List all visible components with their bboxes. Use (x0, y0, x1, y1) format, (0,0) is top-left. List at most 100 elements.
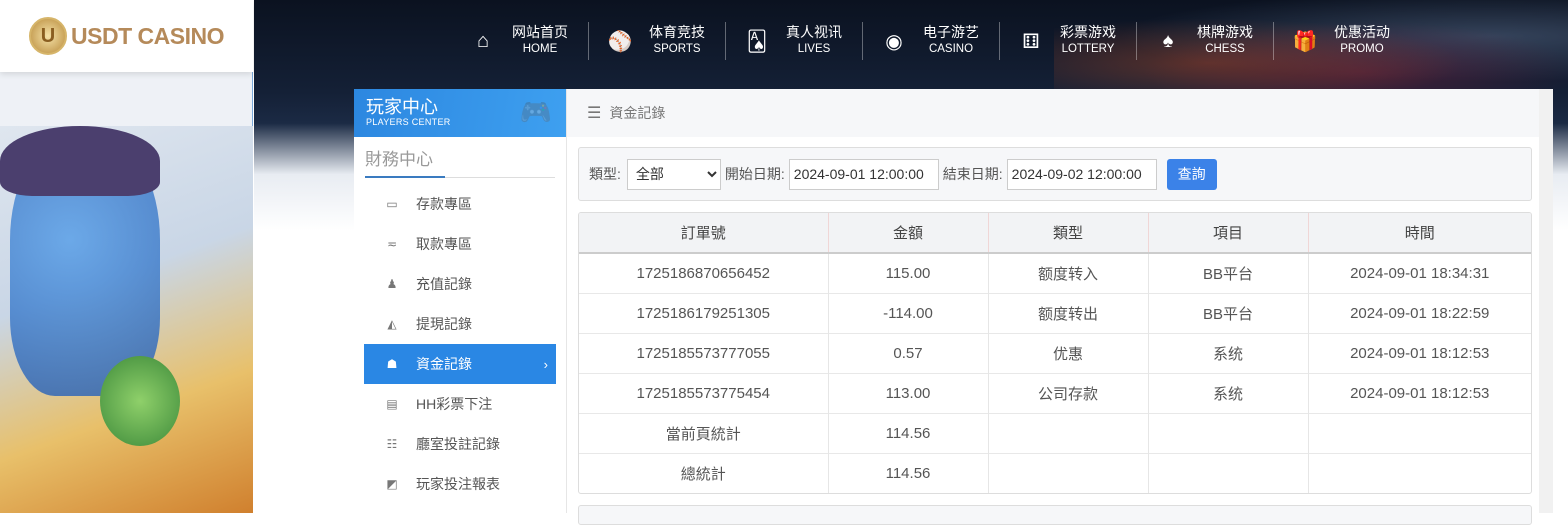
money-bag-icon: ♟ (386, 277, 398, 291)
section-title: 財務中心 (365, 145, 555, 178)
nav-item-promo[interactable]: 🎁 优惠活动 PROMO (1292, 22, 1410, 60)
table-cell: 114.56 (827, 412, 988, 453)
start-date-label: 開始日期: (724, 166, 785, 182)
sidebar-header: 玩家中心 PLAYERS CENTER 🎮 (354, 89, 566, 137)
nav-item-chess[interactable]: ♠ 棋牌游戏 CHESS (1155, 22, 1274, 60)
sidebar-item-label: 廳室投註記錄 (416, 436, 500, 452)
column-header[interactable]: 時間 (1307, 213, 1531, 254)
funds-table: 訂單號 金額 類型 項目 時間 1725186870656452 115.00 额度转入 BB… (578, 212, 1532, 494)
breadcrumb-current: 資金記錄 (609, 105, 666, 121)
dice-icon: ⚅ (1022, 30, 1040, 53)
nav-item-lottery[interactable]: ⚅ 彩票游戏 LOTTERY (1018, 22, 1137, 60)
table-row: 當前頁統計 114.56 (579, 412, 1531, 453)
table-cell: 2024-09-01 18:12:53 (1307, 332, 1531, 373)
filter-bar: 類型: 全部 開始日期: 結束日期: 查詢 (578, 147, 1532, 201)
table-cell: 系统 (1147, 332, 1308, 373)
column-header[interactable]: 類型 (987, 213, 1148, 254)
gift-icon: 🎁 (1292, 30, 1318, 53)
list-icon: ▤ (386, 397, 398, 411)
sidebar: 玩家中心 PLAYERS CENTER 🎮 財務中心 ▭ 存款專區 ≂ 取款專區… (354, 89, 567, 513)
sidebar-item-label: 資金記錄 (416, 356, 472, 372)
table-cell: 公司存款 (987, 372, 1148, 413)
table-row: 總統計 114.56 (579, 452, 1531, 493)
table-cell: 當前頁統計 (579, 412, 828, 453)
sidebar-item-label: 充值記錄 (416, 276, 472, 292)
table-cell: 115.00 (827, 252, 988, 293)
table-cell: 0.57 (827, 332, 988, 373)
table-cell: 114.56 (827, 452, 988, 493)
query-button[interactable]: 查詢 (1166, 158, 1217, 190)
nav-label-en: PROMO (1340, 43, 1384, 55)
end-date-input[interactable] (1006, 158, 1157, 190)
table-cell: 1725186179251305 (579, 292, 828, 333)
sidebar-item-label: 玩家投注報表 (416, 476, 500, 492)
pagination-box (578, 505, 1532, 525)
end-date-label: 結束日期: (942, 166, 1003, 182)
column-header[interactable]: 訂單號 (579, 213, 828, 254)
wallet-icon: ◭ (387, 317, 397, 331)
list-bullets-icon: ☷ (386, 437, 398, 451)
sidebar-item[interactable]: ≂ 取款專區 (364, 224, 556, 264)
nav-label-en: LOTTERY (1061, 43, 1115, 55)
nav-label-cn: 电子游艺 (923, 24, 979, 40)
nav-label-en: CHESS (1205, 43, 1245, 55)
menu-icon[interactable]: ☰ (587, 103, 601, 123)
table-cell (1307, 412, 1531, 453)
left-banner: U USDT CASINO (0, 0, 253, 513)
table-cell: 1725185573777055 (579, 332, 828, 373)
chart-icon: ◩ (386, 477, 398, 491)
nav-label-cn: 网站首页 (512, 24, 568, 40)
table-cell: 總統計 (579, 452, 828, 493)
table-cell: 2024-09-01 18:22:59 (1307, 292, 1531, 333)
nav-item-casino[interactable]: ◉ 电子游艺 CASINO (881, 22, 1000, 60)
sidebar-item[interactable]: ◩ 玩家投注報表 (364, 464, 556, 504)
sidebar-item-label: 取款專區 (416, 236, 472, 252)
sidebar-item[interactable]: ☷ 廳室投註記錄 (364, 424, 556, 464)
nav-label-en: CASINO (928, 43, 974, 55)
sidebar-menu: ▭ 存款專區 ≂ 取款專區 ♟ 充值記錄 ◭ 提現記錄 ☗ 資金記錄 › ▤ H… (354, 184, 566, 504)
sidebar-item[interactable]: ◭ 提現記錄 (364, 304, 556, 344)
table-cell (1147, 412, 1308, 453)
nav-label-en: HOME (522, 43, 558, 55)
players-center-panel: 玩家中心 PLAYERS CENTER 🎮 財務中心 ▭ 存款專區 ≂ 取款專區… (354, 89, 1553, 525)
scrollbar[interactable] (1539, 89, 1553, 513)
table-cell: 113.00 (827, 372, 988, 413)
start-date-input[interactable] (788, 158, 939, 190)
nav-label-en: SPORTS (653, 43, 701, 55)
sidebar-item[interactable]: ☗ 資金記錄 › (364, 344, 556, 384)
main-nav: ⌂ 网站首页 HOME ⚾ 体育竞技 SPORTS 🂡 真人视讯 LIVES ◉… (470, 22, 1428, 60)
nav-item-lives[interactable]: 🂡 真人视讯 LIVES (744, 22, 863, 60)
home-icon: ⌂ (476, 29, 490, 52)
sidebar-item-label: 提現記錄 (416, 316, 472, 332)
nav-item-sports[interactable]: ⚾ 体育竞技 SPORTS (607, 22, 726, 60)
table-cell (1147, 452, 1308, 493)
type-select[interactable]: 全部 (626, 158, 721, 190)
logo-text: USDT CASINO (71, 22, 224, 49)
table-row: 1725185573775454 113.00 公司存款 系统 2024-09-01 1… (579, 372, 1531, 413)
nav-label-cn: 优惠活动 (1334, 24, 1390, 40)
table-cell: 系统 (1147, 372, 1308, 413)
table-cell: 2024-09-01 18:34:31 (1307, 252, 1531, 293)
logo[interactable]: U USDT CASINO (0, 0, 253, 72)
type-label: 類型: (589, 166, 621, 182)
nav-label-cn: 彩票游戏 (1060, 24, 1116, 40)
card-icon: ▭ (386, 197, 398, 211)
table-row: 1725185573777055 0.57 优惠 系统 2024-09-01 18:12… (579, 332, 1531, 373)
column-header[interactable]: 項目 (1147, 213, 1308, 254)
cards-icon: 🂡 (746, 30, 768, 53)
sidebar-item[interactable]: ▭ 存款專區 (364, 184, 556, 224)
column-header[interactable]: 金額 (827, 213, 988, 254)
table-cell (1307, 452, 1531, 493)
table-cell: BB平台 (1147, 252, 1308, 293)
sidebar-item[interactable]: ▤ HH彩票下注 (364, 384, 556, 424)
sidebar-item-label: 存款專區 (416, 196, 472, 212)
slot-icon: ◉ (885, 30, 903, 53)
nav-item-home[interactable]: ⌂ 网站首页 HOME (470, 22, 589, 60)
table-row: 1725186870656452 115.00 额度转入 BB平台 2024-09-01… (579, 252, 1531, 293)
sidebar-item[interactable]: ♟ 充值記錄 (364, 264, 556, 304)
chevron-right-icon: › (543, 356, 548, 372)
funds-icon: ☗ (386, 357, 398, 371)
table-cell: 额度转入 (987, 252, 1148, 293)
hand-cash-icon: ≂ (386, 237, 398, 251)
spade-icon: ♠ (1162, 29, 1174, 52)
